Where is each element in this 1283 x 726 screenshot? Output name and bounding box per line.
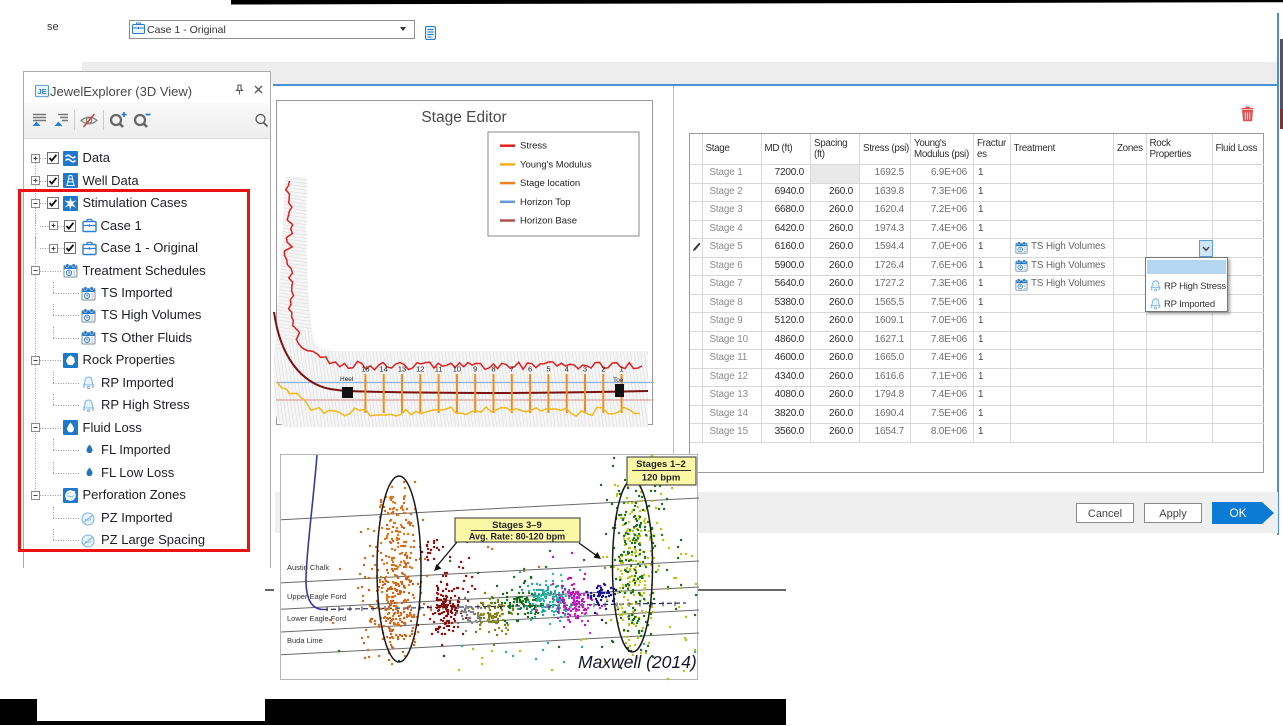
- svg-text:Stages 3–9: Stages 3–9: [492, 520, 542, 531]
- svg-text:10: 10: [453, 365, 461, 374]
- svg-text:Stage Editor: Stage Editor: [421, 109, 506, 126]
- svg-text:Toe: Toe: [613, 377, 624, 384]
- svg-text:4: 4: [565, 365, 569, 374]
- svg-text:JE: JE: [37, 87, 46, 96]
- svg-text:2: 2: [601, 365, 605, 374]
- svg-text:11: 11: [435, 365, 443, 374]
- svg-text:Buda Lime: Buda Lime: [287, 636, 323, 645]
- svg-text:13: 13: [398, 365, 406, 374]
- svg-text:Upper Eagle Ford: Upper Eagle Ford: [287, 592, 346, 601]
- svg-text:Horizon Top: Horizon Top: [520, 197, 571, 208]
- svg-text:8: 8: [491, 365, 495, 374]
- svg-text:6: 6: [528, 365, 532, 374]
- svg-text:Stress: Stress: [520, 141, 547, 152]
- svg-text:Avg. Rate: 80-120 bpm: Avg. Rate: 80-120 bpm: [469, 532, 565, 542]
- svg-text:Stages 1–2: Stages 1–2: [636, 459, 686, 470]
- svg-text:120 bpm: 120 bpm: [642, 473, 681, 484]
- svg-text:Horizon Base: Horizon Base: [520, 216, 577, 227]
- svg-text:5: 5: [546, 365, 550, 374]
- svg-text:7: 7: [510, 365, 514, 374]
- svg-text:Young's Modulus: Young's Modulus: [520, 159, 592, 170]
- svg-text:Stage location: Stage location: [520, 178, 580, 189]
- svg-text:15: 15: [361, 365, 369, 374]
- svg-text:OK: OK: [1229, 506, 1246, 520]
- svg-text:1: 1: [620, 365, 624, 374]
- svg-text:Maxwell (2014): Maxwell (2014): [578, 652, 697, 672]
- svg-text:3: 3: [583, 365, 587, 374]
- svg-text:Lower Eagle Ford: Lower Eagle Ford: [287, 614, 346, 623]
- svg-text:9: 9: [473, 365, 477, 374]
- svg-text:Heel: Heel: [340, 376, 354, 383]
- svg-text:Austin Chalk: Austin Chalk: [287, 563, 329, 572]
- svg-text:14: 14: [380, 365, 388, 374]
- svg-text:12: 12: [416, 365, 424, 374]
